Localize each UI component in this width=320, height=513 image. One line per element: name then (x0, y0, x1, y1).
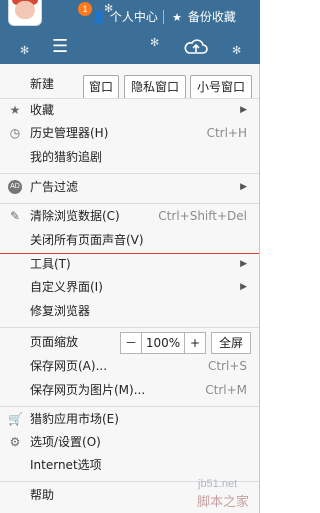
menu-item-save-page[interactable]: 保存网页(A)... Ctrl+S (0, 355, 259, 377)
zoom-out-button[interactable]: － (120, 332, 142, 354)
submenu-arrow-icon: ▶ (240, 259, 247, 269)
watermark-name: 脚本之家 (197, 495, 250, 510)
repair-label: 修复浏览器 (30, 304, 91, 318)
menu-item-customize[interactable]: 自定义界面(I) ▶ (0, 276, 259, 298)
zoom-level-value: 100% (141, 332, 185, 354)
app-market-label: 猎豹应用市场(E) (30, 412, 119, 426)
history-shortcut: Ctrl+H (206, 126, 247, 140)
zoom-label: 页面缩放 (30, 335, 79, 349)
header-divider (163, 10, 164, 24)
menu-divider (0, 173, 259, 174)
menu-item-history[interactable]: ◷ 历史管理器(H) Ctrl+H (0, 122, 259, 144)
menu-item-ad-filter[interactable]: AD 广告过滤 ▶ (0, 176, 259, 198)
save-as-image-label: 保存网页为图片(M)... (30, 383, 146, 397)
submenu-arrow-icon: ▶ (240, 282, 247, 292)
main-menu-panel: 新建 窗口 隐私窗口 小号窗口 ★ 收藏 ▶ ◷ 历史管理器(H) Ctrl+H… (0, 64, 260, 513)
star-icon: ★ (9, 103, 21, 117)
snowflake-decoration: ✻ (232, 44, 242, 57)
user-icon: 👤 (92, 11, 106, 24)
menu-item-clear-data[interactable]: ✎ 清除浏览数据(C) Ctrl+Shift+Del (0, 205, 259, 227)
save-page-shortcut: Ctrl+S (207, 359, 247, 373)
user-avatar[interactable] (8, 0, 42, 26)
broom-icon: ✎ (9, 209, 21, 223)
zoom-in-button[interactable]: + (184, 332, 206, 354)
menu-item-internet-options[interactable]: Internet选项 (0, 454, 259, 476)
customize-label: 自定义界面(I) (30, 280, 103, 294)
menu-item-mute-all[interactable]: 关闭所有页面声音(V) (0, 229, 259, 251)
new-label: 新建 (30, 77, 55, 91)
history-label: 历史管理器(H) (30, 126, 109, 140)
browser-header: ✻ ✻ ✻ ✻ 1 👤 个人中心 ★ 备份收藏 ☰ (0, 0, 260, 64)
new-private-window-button[interactable]: 隐私窗口 (124, 75, 186, 99)
my-follows-label: 我的猎豹追剧 (30, 150, 103, 164)
menu-divider (0, 203, 259, 204)
menu-item-options[interactable]: ⚙ 选项/设置(O) (0, 431, 259, 453)
internet-options-label: Internet选项 (30, 458, 102, 472)
options-label: 选项/设置(O) (30, 435, 101, 449)
zoom-row: 页面缩放 － 100% + 全屏 (0, 329, 259, 355)
submenu-arrow-icon: ▶ (240, 182, 247, 192)
star-icon: ★ (172, 11, 182, 24)
menu-item-app-market[interactable]: 🛒 猎豹应用市场(E) (0, 408, 259, 430)
ad-icon: AD (8, 180, 22, 194)
new-alt-account-window-button[interactable]: 小号窗口 (190, 75, 252, 99)
gear-icon: ⚙ (9, 435, 21, 449)
menu-list-icon[interactable]: ☰ (52, 38, 74, 56)
clear-data-label: 清除浏览数据(C) (30, 209, 120, 223)
menu-item-favorites[interactable]: ★ 收藏 ▶ (0, 99, 259, 121)
new-window-button[interactable]: 窗口 (83, 75, 119, 99)
mute-all-label: 关闭所有页面声音(V) (30, 233, 144, 247)
save-as-image-shortcut: Ctrl+M (205, 383, 247, 397)
notification-badge: 1 (78, 2, 92, 16)
menu-item-repair[interactable]: 修复浏览器 (0, 300, 259, 322)
snowflake-decoration: ✻ (20, 44, 30, 57)
new-row: 新建 窗口 隐私窗口 小号窗口 (0, 69, 259, 99)
help-label: 帮助 (30, 488, 55, 502)
ad-filter-label: 广告过滤 (30, 180, 79, 194)
menu-item-save-as-image[interactable]: 保存网页为图片(M)... Ctrl+M (0, 379, 259, 401)
cloud-upload-icon[interactable] (183, 38, 209, 56)
clear-data-shortcut: Ctrl+Shift+Del (158, 209, 247, 223)
menu-item-tools[interactable]: 工具(T) ▶ (0, 253, 259, 275)
snowflake-decoration: ✻ (150, 36, 160, 49)
submenu-arrow-icon: ▶ (240, 105, 247, 115)
favorites-label: 收藏 (30, 103, 55, 117)
clock-icon: ◷ (9, 126, 21, 140)
personal-center-link[interactable]: 👤 个人中心 (92, 8, 158, 26)
tools-label: 工具(T) (30, 257, 71, 271)
menu-divider (0, 406, 259, 407)
watermark-site: jb51.net (198, 478, 238, 490)
menu-item-my-follows[interactable]: 我的猎豹追剧 (0, 146, 259, 168)
save-page-label: 保存网页(A)... (30, 359, 108, 373)
backup-favorites-link[interactable]: ★ 备份收藏 (170, 8, 236, 26)
fullscreen-button[interactable]: 全屏 (211, 332, 251, 354)
cart-icon: 🛒 (8, 412, 23, 426)
menu-divider (0, 327, 259, 328)
backup-favorites-label: 备份收藏 (187, 10, 236, 24)
personal-center-label: 个人中心 (109, 10, 158, 24)
